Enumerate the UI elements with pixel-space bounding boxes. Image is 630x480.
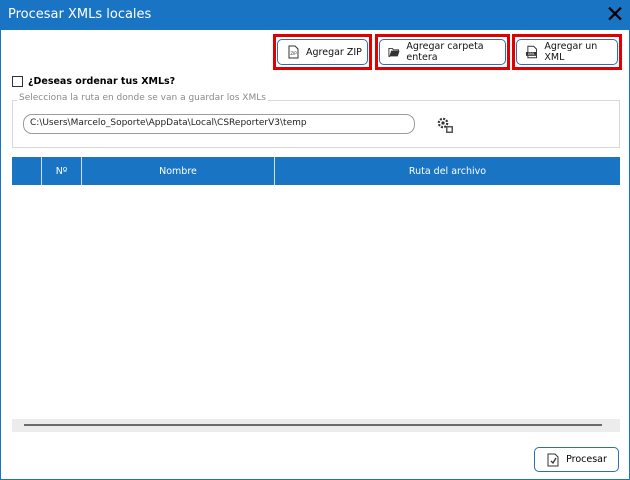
add-xml-button[interactable]: XML Agregar un XML [516,39,618,65]
column-header-number[interactable]: Nº [42,157,82,185]
sort-label: ¿Deseas ordenar tus XMLs? [28,76,176,87]
title-bar: Procesar XMLs locales ✕ [1,1,629,30]
zip-icon-text: ZIP [290,51,297,56]
add-zip-label: Agregar ZIP [306,46,362,58]
process-button[interactable]: Procesar [534,447,619,472]
add-zip-button[interactable]: ZIP Agregar ZIP [277,39,368,65]
gear-settings-icon[interactable] [436,116,454,134]
column-header-path[interactable]: Ruta del archivo [275,157,620,185]
close-button[interactable]: ✕ [601,2,629,29]
xml-file-icon: XML [525,45,537,59]
column-header-select[interactable] [12,157,42,185]
save-path-input[interactable]: C:\Users\Marcelo_Soporte\AppData\Local\C… [23,114,415,134]
sort-checkbox[interactable] [12,76,23,87]
table-body [12,185,620,419]
xml-icon-text: XML [528,52,535,56]
table-header: Nº Nombre Ruta del archivo [12,157,620,185]
window-title: Procesar XMLs locales [8,7,152,22]
folder-open-icon [388,48,400,57]
dialog-window: Procesar XMLs locales ✕ ZIP Agregar ZIP … [0,0,630,480]
zip-file-icon: ZIP [288,45,299,59]
scrollbar-track[interactable] [24,424,602,426]
add-folder-button[interactable]: Agregar carpeta entera [379,39,506,65]
close-icon: ✕ [605,2,625,28]
add-xml-label: Agregar un XML [544,41,598,63]
add-folder-label: Agregar carpeta entera [406,41,484,63]
sort-option[interactable]: ¿Deseas ordenar tus XMLs? [12,76,175,87]
save-path-legend: Selecciona la ruta en donde se van a gua… [17,93,268,103]
process-icon [547,453,559,466]
process-label: Procesar [566,454,607,465]
column-header-name[interactable]: Nombre [82,157,275,185]
